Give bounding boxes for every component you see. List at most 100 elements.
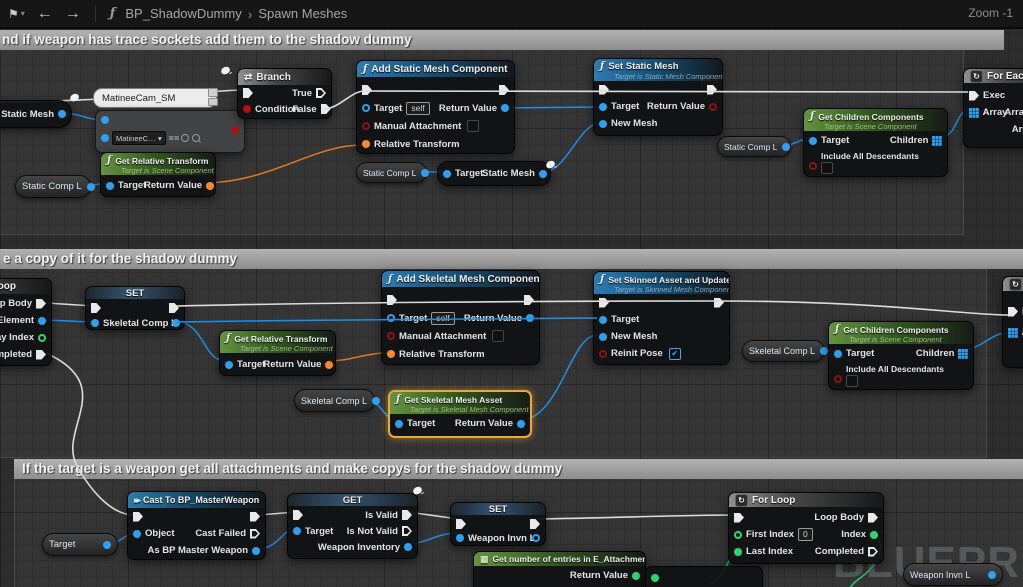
target-pin[interactable] <box>443 170 451 178</box>
node-get-children-components-2[interactable]: ƒGet Children ComponentsTarget is Scene … <box>828 321 974 390</box>
node-set-skinned-asset[interactable]: ƒSet Skinned Asset and UpdateTarget is S… <box>593 271 730 365</box>
pill-out-pin[interactable] <box>782 143 790 151</box>
static-mesh-out-pin[interactable] <box>539 170 547 178</box>
node-get-weapon-inventory[interactable]: GET Is Valid TargetIs Not Valid Weapon I… <box>287 493 418 559</box>
value-in-pin[interactable] <box>91 319 99 327</box>
exec-in-pin[interactable] <box>91 303 101 313</box>
bookmark-icon[interactable]: ⚑ <box>8 7 19 21</box>
target-pin[interactable] <box>395 420 403 428</box>
pill-static-comp-1[interactable]: Static Comp L <box>15 175 91 198</box>
return-value-pin[interactable] <box>526 314 534 322</box>
object-pin[interactable] <box>133 530 141 538</box>
exec-in-pin[interactable] <box>243 88 253 98</box>
blueprint-graph[interactable]: nd if weapon has trace sockets add them … <box>0 0 1023 587</box>
node-math-stub[interactable] <box>645 566 763 587</box>
relative-transform-pin[interactable] <box>387 350 395 358</box>
back-button[interactable]: ← <box>37 5 53 23</box>
pill-skeletal-comp-1[interactable]: Skeletal Comp L <box>294 389 375 412</box>
target-pin[interactable] <box>599 103 607 111</box>
operand-pin[interactable] <box>651 574 659 582</box>
include-all-descendants-pin[interactable] <box>834 375 842 383</box>
target-pin[interactable] <box>599 316 607 324</box>
pill-out-pin[interactable] <box>372 397 380 405</box>
include-all-descendants-pin[interactable] <box>809 162 817 170</box>
manual-attachment-pin[interactable] <box>387 332 395 340</box>
return-value-pin[interactable] <box>632 572 640 580</box>
node-for-each-loop-right[interactable]: ↻For Each Loop Exec Array <box>1002 276 1023 368</box>
pill-skeletal-comp-2[interactable]: Skeletal Comp L <box>742 340 825 362</box>
node-set-static-mesh[interactable]: ƒSet Static MeshTarget is Static Mesh Co… <box>593 58 723 136</box>
exec-out-pin[interactable] <box>250 512 260 522</box>
comment-header-copy-shadow[interactable]: e a copy of it for the shadow dummy <box>0 249 1023 269</box>
exec-in-pin[interactable] <box>387 295 397 305</box>
target-pin[interactable] <box>293 527 301 535</box>
node-get-relative-transform-2[interactable]: ƒGet Relative TransformTarget is Scene C… <box>219 330 336 376</box>
comment-header-attachments[interactable]: If the target is a weapon get all attach… <box>14 459 1023 479</box>
input-a-pin[interactable] <box>101 116 109 124</box>
as-bp-master-pin[interactable] <box>252 547 260 555</box>
reinit-pose-pin[interactable] <box>599 350 607 358</box>
pill-out-pin[interactable] <box>820 347 828 355</box>
pill-static-comp-3[interactable]: Static Comp L <box>717 136 791 157</box>
loop-body-exec-pin[interactable] <box>868 513 878 523</box>
return-value-pin[interactable] <box>709 103 717 111</box>
browse-asset-icon[interactable] <box>208 88 218 97</box>
exec-out-pin[interactable] <box>714 298 724 308</box>
input-b-pin[interactable] <box>101 134 109 142</box>
exec-in-pin[interactable] <box>133 512 143 522</box>
include-all-checkbox[interactable] <box>846 375 858 387</box>
pill-weapon-inv[interactable]: Weapon Invn L <box>903 563 1003 586</box>
node-set-skeletal-comp[interactable]: SET Skeletal Comp L <box>85 286 185 330</box>
manual-attachment-pin[interactable] <box>362 122 370 130</box>
exec-out-pin[interactable] <box>530 519 540 529</box>
return-value-pin[interactable] <box>501 104 509 112</box>
target-pin[interactable] <box>387 314 395 322</box>
value-out-pin[interactable] <box>172 319 180 327</box>
exec-in-pin[interactable] <box>734 513 744 523</box>
new-mesh-pin[interactable] <box>599 333 607 341</box>
comment-header-trace-sockets[interactable]: nd if weapon has trace sockets add them … <box>0 30 1004 50</box>
relative-transform-pin[interactable] <box>362 140 370 148</box>
exec-out-pin[interactable] <box>524 295 534 305</box>
children-array-pin[interactable] <box>958 349 961 352</box>
node-get-skeletal-mesh-asset[interactable]: ƒGet Skeletal Mesh AssetTarget is Skelet… <box>388 390 532 438</box>
completed-exec-pin[interactable] <box>36 350 46 360</box>
first-index-literal[interactable]: 0 <box>798 528 813 541</box>
exec-in-pin[interactable] <box>293 510 303 520</box>
true-exec-pin[interactable] <box>316 88 326 98</box>
pill-out-pin[interactable] <box>421 169 429 177</box>
exec-in-pin[interactable] <box>362 85 372 95</box>
exec-in-pin[interactable] <box>1008 307 1018 317</box>
node-equal-name[interactable]: MatineeCam_SM▾ = = <box>95 110 245 153</box>
children-array-pin[interactable] <box>932 136 935 139</box>
include-all-checkbox[interactable] <box>821 162 833 174</box>
new-mesh-pin[interactable] <box>599 120 607 128</box>
array-index-pin[interactable] <box>38 334 46 342</box>
node-for-loop[interactable]: ↻For Loop Loop Body First Index0Index La… <box>728 492 884 564</box>
node-set-weapon-inv[interactable]: SET Weapon Invn L <box>450 502 546 546</box>
is-not-valid-exec-pin[interactable] <box>402 526 412 536</box>
pill-target[interactable]: Target <box>42 533 118 556</box>
node-get-children-components-1[interactable]: ƒGet Children ComponentsTarget is Scene … <box>803 108 948 177</box>
node-static-mesh-getter-cut[interactable]: Static Mesh <box>0 100 72 128</box>
last-index-pin[interactable] <box>734 548 742 556</box>
completed-exec-pin[interactable] <box>868 547 878 557</box>
pill-out-pin[interactable] <box>87 183 95 191</box>
exec-out-pin[interactable] <box>499 85 509 95</box>
array-pin[interactable] <box>1008 328 1011 331</box>
target-pin[interactable] <box>362 104 370 112</box>
node-for-each-loop-left[interactable]: For Each Loop Loop Body Array Element Ar… <box>0 278 52 366</box>
breadcrumb-root[interactable]: BP_ShadowDummy <box>125 6 241 21</box>
node-get-number-of-entries[interactable]: ▦Get number of entries in E_AttachmentTy… <box>473 551 646 587</box>
exec-in-pin[interactable] <box>969 91 979 101</box>
name-dropdown[interactable]: MatineeCam_SM▾ <box>112 131 166 145</box>
condition-pin[interactable] <box>243 105 251 113</box>
pill-out-pin[interactable] <box>988 571 996 579</box>
return-value-pin[interactable] <box>206 182 214 190</box>
target-pin[interactable] <box>225 361 233 369</box>
search-icon[interactable] <box>192 134 200 142</box>
manual-attachment-checkbox[interactable] <box>467 120 479 132</box>
target-pin[interactable] <box>834 350 842 358</box>
exec-in-pin[interactable] <box>599 298 609 308</box>
manual-attachment-checkbox[interactable] <box>492 330 504 342</box>
